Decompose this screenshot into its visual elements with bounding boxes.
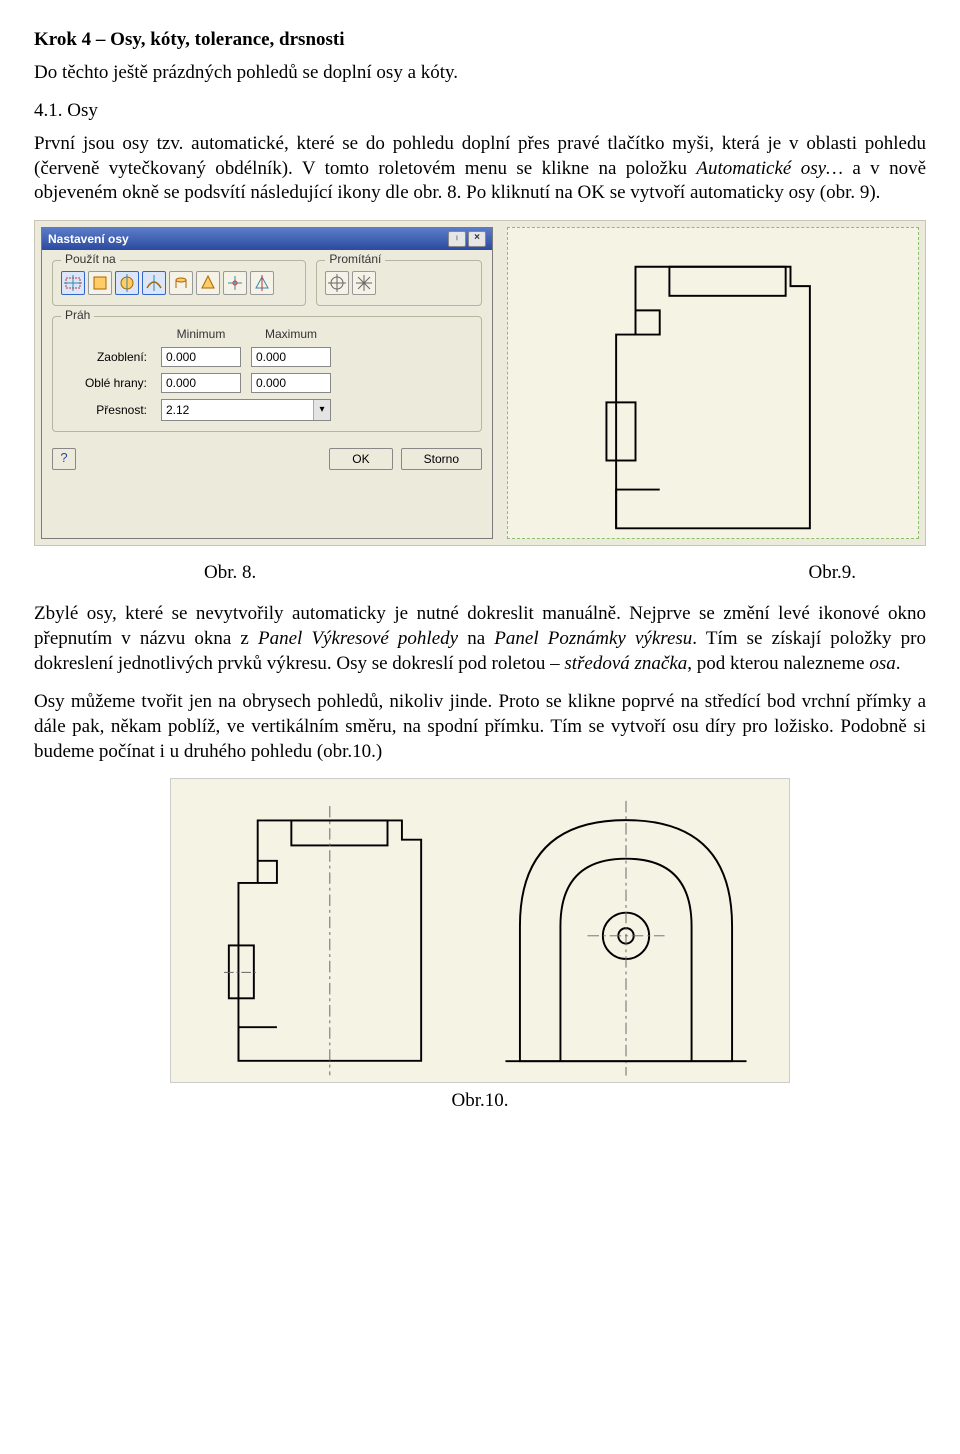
help-button[interactable]: ? xyxy=(52,448,76,470)
projection-icons xyxy=(325,271,473,295)
presnost-combo[interactable]: 2.12 ▾ xyxy=(161,399,331,421)
presnost-label: Přesnost: xyxy=(61,403,151,417)
figure-10-drawing xyxy=(170,778,790,1083)
caption-obr-8: Obr. 8. xyxy=(204,562,256,584)
figure-9-drawing xyxy=(507,227,919,539)
axis-settings-dialog: Nastavení osy 𓏺 × Použít na xyxy=(41,227,493,539)
threshold-max-header: Maximum xyxy=(251,327,331,341)
use-icon-4[interactable] xyxy=(142,271,166,295)
oblehrany-label: Oblé hrany: xyxy=(61,376,151,390)
caption-obr-9: Obr.9. xyxy=(809,562,857,584)
proj-icon-2[interactable] xyxy=(352,271,376,295)
ok-button[interactable]: OK xyxy=(329,448,392,470)
group-proj-legend: Promítání xyxy=(325,252,385,266)
oblehrany-min-input[interactable] xyxy=(161,373,241,393)
presnost-value: 2.12 xyxy=(162,400,313,420)
group-threshold-legend: Práh xyxy=(61,308,94,322)
paragraph-2: Zbylé osy, které se nevytvořily automati… xyxy=(34,602,926,676)
zaobleni-min-input[interactable] xyxy=(161,347,241,367)
dialog-title: Nastavení osy xyxy=(48,232,129,246)
use-icon-3[interactable] xyxy=(115,271,139,295)
use-icon-5[interactable] xyxy=(169,271,193,295)
zaobleni-max-input[interactable] xyxy=(251,347,331,367)
use-icon-8[interactable] xyxy=(250,271,274,295)
use-icon-6[interactable] xyxy=(196,271,220,295)
pin-icon[interactable]: 𓏺 xyxy=(448,231,466,247)
use-icon-2[interactable] xyxy=(88,271,112,295)
threshold-min-header: Minimum xyxy=(161,327,241,341)
zaobleni-label: Zaoblení: xyxy=(61,350,151,364)
storno-button[interactable]: Storno xyxy=(401,448,482,470)
paragraph-1: První jsou osy tzv. automatické, které s… xyxy=(34,132,926,206)
caption-obr-10: Obr.10. xyxy=(34,1089,926,1114)
use-icon-7[interactable] xyxy=(223,271,247,295)
dialog-titlebar: Nastavení osy 𓏺 × xyxy=(42,228,492,250)
sub-heading: 4.1. Osy xyxy=(34,99,926,124)
group-use-legend: Použít na xyxy=(61,252,120,266)
paragraph-3: Osy můžeme tvořit jen na obrysech pohled… xyxy=(34,690,926,764)
use-on-icons xyxy=(61,271,297,295)
proj-icon-1[interactable] xyxy=(325,271,349,295)
oblehrany-max-input[interactable] xyxy=(251,373,331,393)
step-heading: Krok 4 – Osy, kóty, tolerance, drsnosti xyxy=(34,28,926,53)
chevron-down-icon[interactable]: ▾ xyxy=(313,400,330,420)
intro-text: Do těchto ještě prázdných pohledů se dop… xyxy=(34,61,926,86)
close-icon[interactable]: × xyxy=(468,231,486,247)
use-icon-1[interactable] xyxy=(61,271,85,295)
para1-italic: Automatické osy… xyxy=(696,158,843,179)
figure-8-9-block: Nastavení osy 𓏺 × Použít na xyxy=(34,220,926,546)
